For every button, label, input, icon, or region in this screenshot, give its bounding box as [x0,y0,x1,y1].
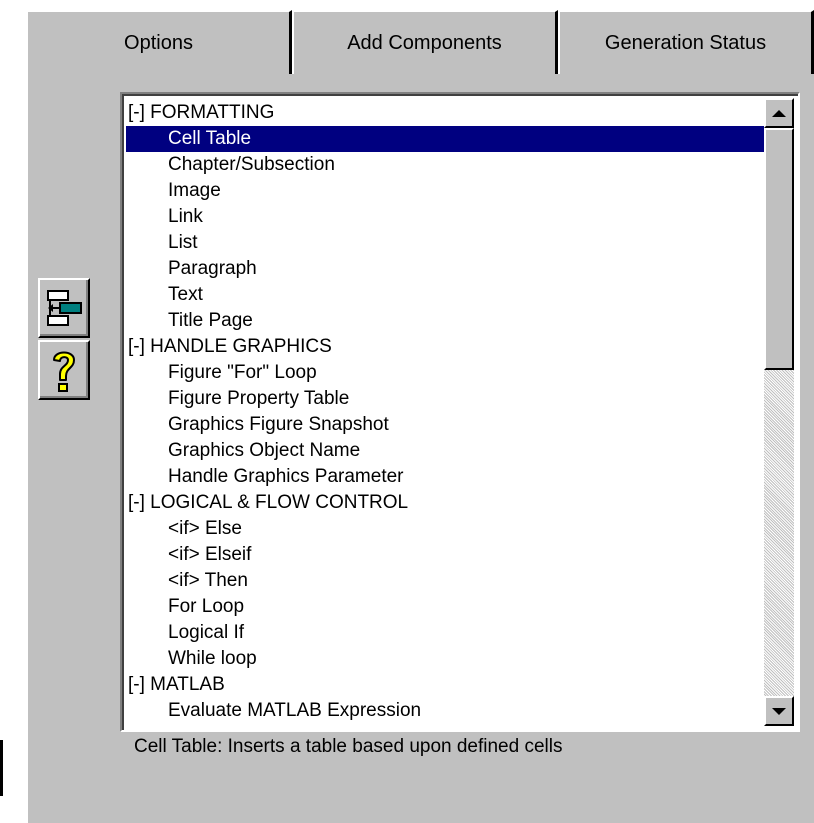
list-item[interactable]: Figure "For" Loop [126,360,768,386]
list-item[interactable]: Evaluate MATLAB Expression [126,698,768,724]
component-description: Cell Table: Inserts a table based upon d… [134,736,563,757]
list-item[interactable]: Graphics Figure Snapshot [126,412,768,438]
list-item[interactable]: Cell Table [126,126,768,152]
list-group-header[interactable]: [-] MATLAB [126,672,768,698]
components-list: [-] FORMATTING Cell Table Chapter/Subsecti… [126,100,768,726]
list-item[interactable]: <if> Elseif [126,542,768,568]
list-item[interactable]: Handle Graphics Parameter [126,464,768,490]
list-item[interactable]: Image [126,178,768,204]
list-item[interactable]: Logical If [126,620,768,646]
help-icon [53,351,75,392]
components-listbox[interactable]: [-] FORMATTING Cell Table Chapter/Subsecti… [120,92,800,732]
list-item[interactable]: Text [126,282,768,308]
scroll-up-button[interactable] [764,98,794,128]
scroll-thumb[interactable] [764,128,794,370]
list-item[interactable]: Title Page [126,308,768,334]
list-item[interactable]: Figure Property Table [126,386,768,412]
list-item[interactable]: <if> Then [126,568,768,594]
tab-bar: Options Add Components Generation Status [26,10,814,74]
setup-dialog: Options Add Components Generation Status… [0,0,814,823]
list-group-header[interactable]: [-] FORMATTING [126,100,768,126]
list-group-header[interactable]: [-] LOGICAL & FLOW CONTROL [126,490,768,516]
list-item[interactable]: Graphics Object Name [126,438,768,464]
arrow-down-icon [772,707,786,715]
tab-options[interactable]: Options [26,10,292,74]
tab-add-components[interactable]: Add Components [292,10,558,74]
vertical-scrollbar[interactable] [764,98,794,726]
tab-add-components-label: Add Components [347,31,502,54]
tab-generation-status[interactable]: Generation Status [558,10,814,74]
list-item[interactable]: List [126,230,768,256]
list-item[interactable]: Insert Variable [126,724,768,726]
add-component-icon [47,290,82,326]
tab-options-label: Options [124,31,193,54]
help-button[interactable] [38,340,90,400]
add-component-button[interactable] [38,278,90,338]
list-group-header[interactable]: [-] HANDLE GRAPHICS [126,334,768,360]
list-item[interactable]: Chapter/Subsection [126,152,768,178]
window-edge [0,740,3,796]
tab-generation-status-label: Generation Status [604,31,767,54]
list-item[interactable]: Paragraph [126,256,768,282]
scroll-down-button[interactable] [764,696,794,726]
arrow-up-icon [772,109,786,117]
list-item[interactable]: For Loop [126,594,768,620]
list-item[interactable]: While loop [126,646,768,672]
list-item[interactable]: Link [126,204,768,230]
list-item[interactable]: <if> Else [126,516,768,542]
